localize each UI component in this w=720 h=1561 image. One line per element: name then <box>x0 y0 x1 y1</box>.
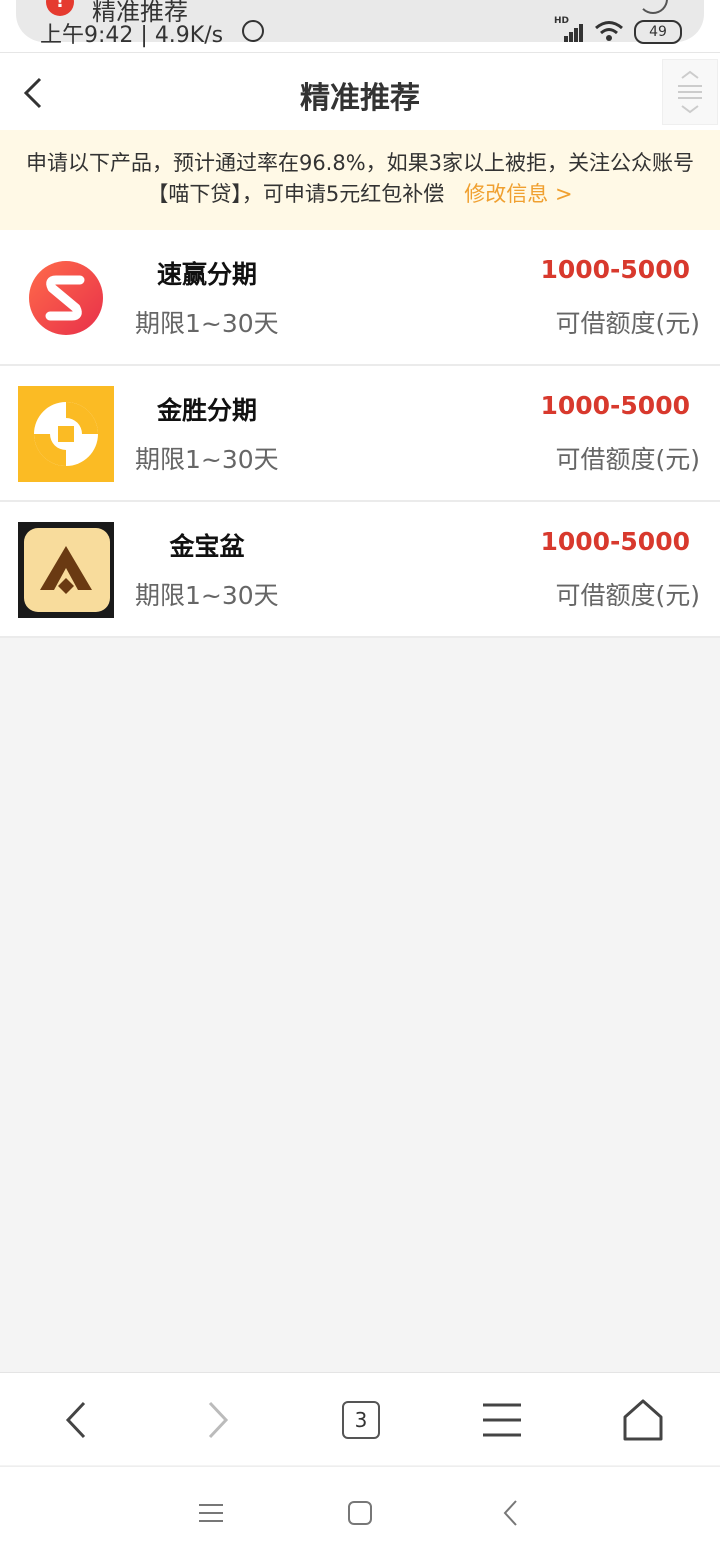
battery-icon: 49 <box>634 20 682 44</box>
notice-banner: 申请以下产品，预计通过率在96.8%，如果3家以上被拒，关注公众账号 【喵下贷】… <box>0 130 720 230</box>
network-speed: 4.9K/s <box>154 23 224 48</box>
product-list: 速赢分期 期限1~30天 1000-5000 可借额度(元) 金胜分期 期限1~… <box>0 230 720 638</box>
recents-icon[interactable] <box>195 1497 227 1529</box>
product-item[interactable]: 金胜分期 期限1~30天 1000-5000 可借额度(元) <box>0 366 720 502</box>
home-icon[interactable] <box>620 1397 666 1443</box>
browser-back-icon[interactable] <box>54 1397 100 1443</box>
notice-text-2: 【喵下贷】，可申请5元红包补偿 <box>147 182 445 206</box>
tabs-button[interactable]: 3 <box>342 1401 380 1439</box>
product-term: 期限1~30天 <box>135 445 279 474</box>
product-item[interactable]: 速赢分期 期限1~30天 1000-5000 可借额度(元) <box>0 230 720 366</box>
home-nav-icon[interactable] <box>344 1497 376 1529</box>
browser-toolbar: 3 <box>0 1372 720 1465</box>
edit-info-link[interactable]: 修改信息 > <box>464 182 572 206</box>
browser-forward-icon[interactable] <box>194 1397 240 1443</box>
product-name: 速赢分期 <box>156 260 257 289</box>
amount-label: 可借额度(元) <box>555 445 700 474</box>
system-nav-bar <box>0 1466 720 1561</box>
status-bar: ! 精准推荐 上午9:42 | 4.9K/s HD 49 <box>0 0 720 52</box>
notice-line-2: 【喵下贷】，可申请5元红包补偿 修改信息 > <box>0 179 720 210</box>
product-amount: 1000-5000 <box>540 391 690 420</box>
status-time: 上午9:42 | 4.9K/s <box>40 17 223 49</box>
product-name: 金胜分期 <box>156 396 257 425</box>
suying-logo-icon <box>29 261 103 335</box>
amount-label: 可借额度(元) <box>555 309 700 338</box>
product-name: 金宝盆 <box>169 532 245 561</box>
page-header: 精准推荐 <box>0 52 720 131</box>
jinsheng-logo-icon <box>18 386 114 482</box>
page-title: 精准推荐 <box>300 81 420 116</box>
back-nav-icon[interactable] <box>496 1497 528 1529</box>
menu-icon <box>678 70 702 114</box>
signal-icon <box>556 22 583 42</box>
notice-line-1: 申请以下产品，预计通过率在96.8%，如果3家以上被拒，关注公众账号 <box>25 151 695 175</box>
wifi-icon <box>595 21 623 41</box>
amount-label: 可借额度(元) <box>555 581 700 610</box>
menu-button[interactable] <box>662 59 718 125</box>
jinbaopen-logo-icon <box>18 522 114 618</box>
product-term: 期限1~30天 <box>135 581 279 610</box>
product-amount: 1000-5000 <box>540 255 690 284</box>
separator: | <box>140 23 155 48</box>
time-text: 上午9:42 <box>40 23 134 48</box>
menu-icon[interactable] <box>479 1397 525 1443</box>
product-amount: 1000-5000 <box>540 527 690 556</box>
product-item[interactable]: 金宝盆 期限1~30天 1000-5000 可借额度(元) <box>0 502 720 638</box>
alarm-icon <box>242 20 264 42</box>
product-term: 期限1~30天 <box>135 309 279 338</box>
